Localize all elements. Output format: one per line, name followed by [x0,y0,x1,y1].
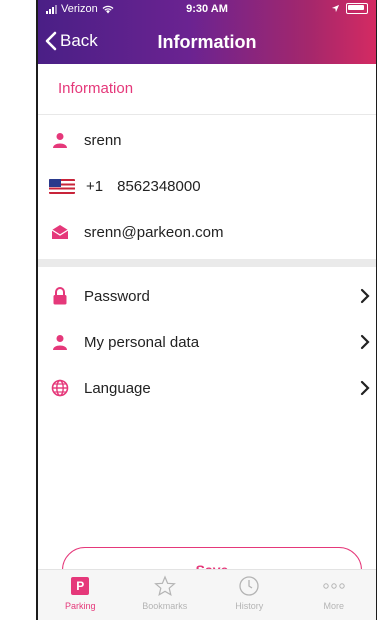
phone-value: 8562348000 [117,177,201,195]
app-screen: Verizon 9:30 AM Back Information Informa… [38,0,376,620]
menu-item-language[interactable]: Language [38,365,376,411]
menu-item-password[interactable]: Password [38,273,376,319]
tab-label-more: More [323,601,344,611]
tab-more[interactable]: More [292,570,377,620]
menu-label-password: Password [84,287,150,305]
phone-row: +1 8562348000 [38,163,376,209]
nav-bar: Back Information [38,20,376,64]
location-arrow-icon [331,4,340,13]
page-title: Information [157,32,257,52]
status-time: 9:30 AM [186,3,228,15]
section-title: Information [38,64,376,115]
country-code: +1 [86,177,104,195]
envelope-icon [48,222,72,242]
parking-icon: P [71,574,90,598]
chevron-right-icon [360,334,370,350]
tab-label-bookmarks: Bookmarks [142,601,188,611]
header: Verizon 9:30 AM Back Information [38,0,376,64]
section-divider [38,259,376,267]
person-icon [48,332,72,352]
tab-history[interactable]: History [207,570,292,620]
email-value: srenn@parkeon.com [84,223,224,241]
status-right [331,3,368,14]
menu-label-personal-data: My personal data [84,333,200,351]
more-icon [322,574,346,598]
chevron-right-icon [360,288,370,304]
menu-item-personal-data[interactable]: My personal data [38,319,376,365]
status-bar: Verizon 9:30 AM [38,0,376,20]
globe-icon [48,378,72,398]
username-value: srenn [84,131,122,149]
tab-label-parking: Parking [64,601,96,611]
lock-icon [48,286,72,306]
tab-label-history: History [235,601,264,611]
email-row: srenn@parkeon.com [38,209,376,255]
tab-bar: P Parking Bookmarks History More [38,569,376,620]
left-margin [0,0,38,620]
tab-parking[interactable]: P Parking [38,570,123,620]
clock-icon [238,574,260,598]
person-icon [48,130,72,150]
menu-label-language: Language [84,379,151,397]
tab-bookmarks[interactable]: Bookmarks [123,570,208,620]
star-icon [153,574,176,598]
us-flag-icon [48,176,76,196]
battery-icon [346,3,368,14]
username-row: srenn [38,117,376,163]
chevron-right-icon [360,380,370,396]
